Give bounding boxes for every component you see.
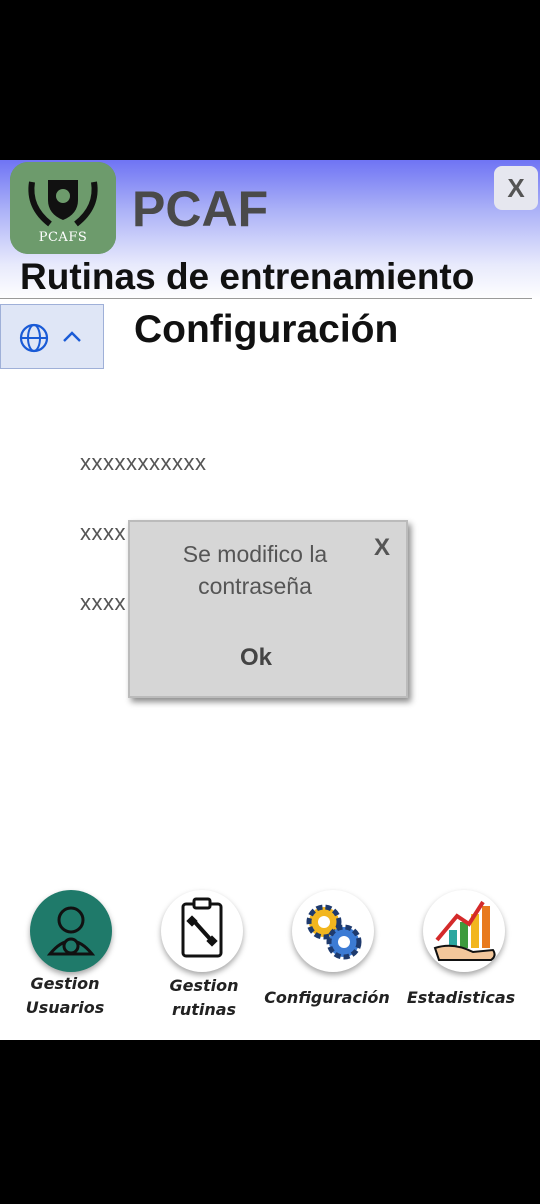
dialog-ok-button[interactable]: Ok [240,644,272,672]
dialog-message: Se modifico la contraseña [140,538,370,602]
title-divider [0,298,532,299]
nav-estadisticas-button[interactable] [423,890,505,972]
dialog-close-button[interactable]: X [374,534,390,562]
chevron-up-icon [63,331,81,342]
dialog-message-line1: Se modifico la [182,541,328,567]
user-gear-icon [46,906,96,956]
language-selector[interactable] [0,304,104,369]
dialog-message-line2: contraseña [198,573,312,599]
clipboard-dumbbell-icon [181,897,223,958]
app-screen: PCAFS PCAF X Rutinas de entrenamiento Co… [0,160,540,1040]
nav-gestion-rutinas-button[interactable] [161,890,243,972]
logo-text: PCAFS [38,230,88,245]
pcafs-logo: PCAFS [10,162,116,254]
nav-gestion-usuarios-button[interactable] [30,890,112,972]
chart-hand-icon [433,900,496,961]
nav-configuracion-button[interactable] [292,890,374,972]
nav-gestion-usuarios-label: Gestion Usuarios [25,974,105,1017]
section-title: Configuración [134,308,399,351]
confirmation-dialog: Se modifico la contraseña X Ok [128,520,408,698]
globe-icon [19,323,49,353]
close-app-button[interactable]: X [494,166,538,210]
page-title: Rutinas de entrenamiento [20,256,475,297]
nav-estadisticas-label: Estadisticas [406,988,516,1007]
settings-field-1[interactable]: xxxxxxxxxxx [80,450,207,476]
nav-gestion-rutinas-label: Gestion rutinas [169,976,239,1019]
nav-configuracion-label: Configuración [264,988,390,1007]
brand-name: PCAF [132,181,269,237]
gears-icon [306,904,362,960]
